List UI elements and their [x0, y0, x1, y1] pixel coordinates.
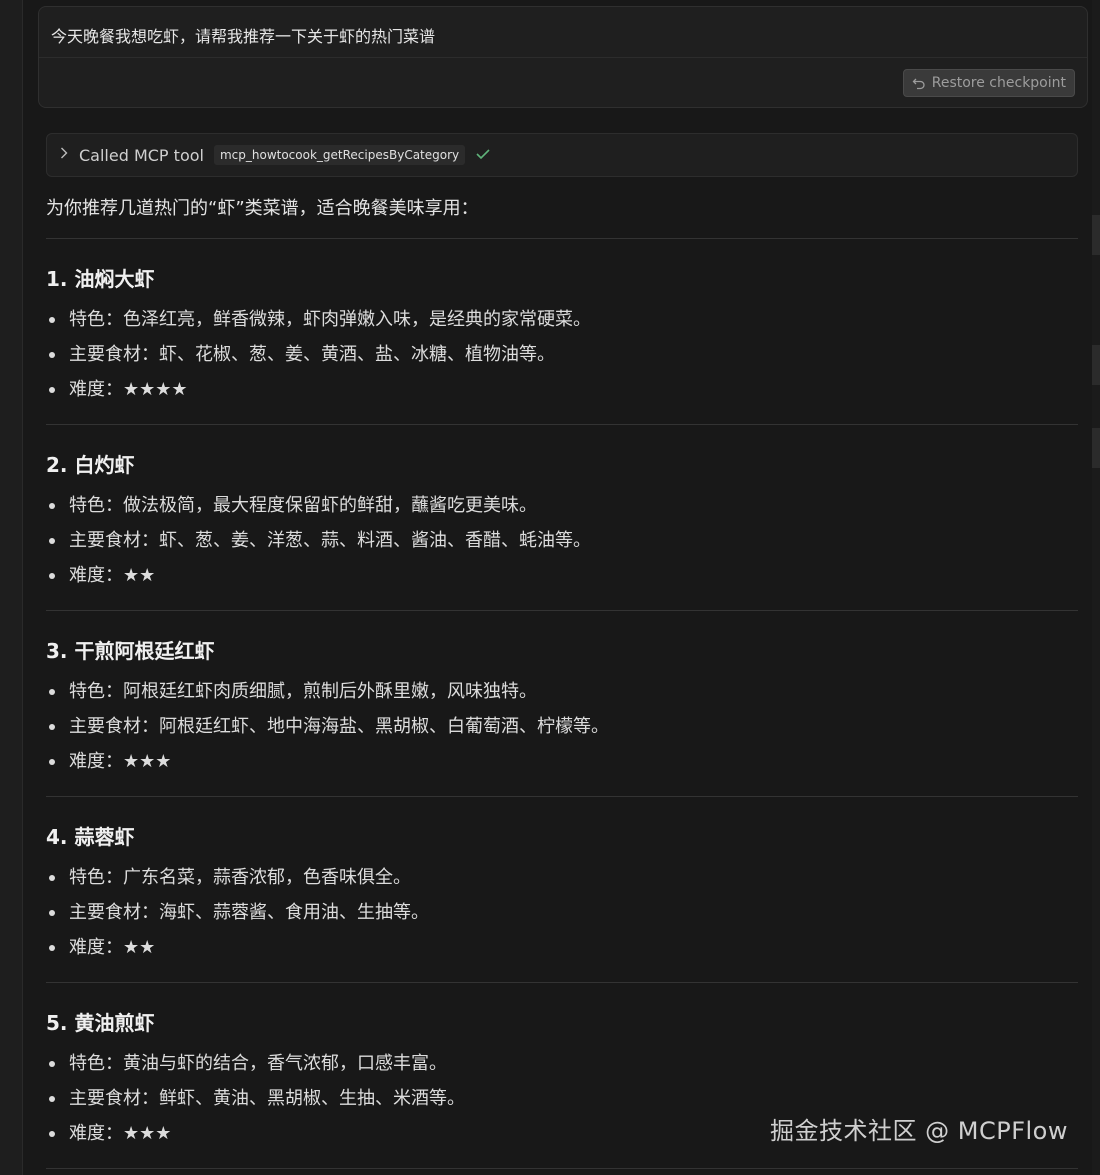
recipe-details: 特色：阿根廷红虾肉质细腻，煎制后外酥里嫩，风味独特。 主要食材：阿根廷红虾、地中… [46, 674, 1078, 779]
divider [46, 796, 1078, 797]
recipe-title: 1. 油焖大虾 [46, 267, 155, 291]
recipe-feature: 特色：做法极简，最大程度保留虾的鲜甜，蘸酱吃更美味。 [46, 488, 1078, 523]
recipe-details: 特色：色泽红亮，鲜香微辣，虾肉弹嫩入味，是经典的家常硬菜。 主要食材：虾、花椒、… [46, 302, 1078, 407]
recipe-ingredients: 主要食材：阿根廷红虾、地中海海盐、黑胡椒、白葡萄酒、柠檬等。 [46, 709, 1078, 744]
chat-panel: 今天晚餐我想吃虾，请帮我推荐一下关于虾的热门菜谱 Restore checkpo… [38, 6, 1088, 1169]
recipe-title: 2. 白灼虾 [46, 453, 135, 477]
recipe-item: 2. 白灼虾 特色：做法极简，最大程度保留虾的鲜甜，蘸酱吃更美味。 主要食材：虾… [46, 450, 1078, 593]
recipe-item: 3. 干煎阿根廷红虾 特色：阿根廷红虾肉质细腻，煎制后外酥里嫩，风味独特。 主要… [46, 636, 1078, 779]
divider [46, 610, 1078, 611]
divider [46, 424, 1078, 425]
recipe-item: 1. 油焖大虾 特色：色泽红亮，鲜香微辣，虾肉弹嫩入味，是经典的家常硬菜。 主要… [46, 264, 1078, 407]
recipe-details: 特色：广东名菜，蒜香浓郁，色香味俱全。 主要食材：海虾、蒜蓉酱、食用油、生抽等。… [46, 860, 1078, 965]
recipe-ingredients: 主要食材：海虾、蒜蓉酱、食用油、生抽等。 [46, 895, 1078, 930]
user-message-text: 今天晚餐我想吃虾，请帮我推荐一下关于虾的热门菜谱 [51, 27, 436, 46]
restore-checkpoint-label: Restore checkpoint [931, 75, 1066, 91]
undo-icon [912, 76, 926, 90]
mcp-tool-name: mcp_howtocook_getRecipesByCategory [213, 145, 466, 165]
restore-checkpoint-button[interactable]: Restore checkpoint [902, 69, 1075, 97]
divider [46, 982, 1078, 983]
left-gutter [0, 0, 23, 1175]
recipe-difficulty: 难度：★★ [46, 930, 1078, 965]
recipe-feature: 特色：色泽红亮，鲜香微辣，虾肉弹嫩入味，是经典的家常硬菜。 [46, 302, 1078, 337]
check-icon [475, 146, 491, 165]
recipe-feature: 特色：广东名菜，蒜香浓郁，色香味俱全。 [46, 860, 1078, 895]
recipe-title: 3. 干煎阿根廷红虾 [46, 639, 215, 663]
scrollbar-marker [1092, 428, 1100, 468]
divider [39, 57, 1087, 58]
recipe-details: 特色：做法极简，最大程度保留虾的鲜甜，蘸酱吃更美味。 主要食材：虾、葱、姜、洋葱… [46, 488, 1078, 593]
chevron-right-icon[interactable] [59, 146, 73, 164]
recipe-difficulty: 难度：★★ [46, 558, 1078, 593]
recipe-difficulty: 难度：★★★★ [46, 372, 1078, 407]
divider [46, 1168, 1078, 1169]
recipe-title: 5. 黄油煎虾 [46, 1011, 155, 1035]
recipe-title: 4. 蒜蓉虾 [46, 825, 135, 849]
mcp-tool-label: Called MCP tool [79, 145, 204, 165]
recipe-difficulty: 难度：★★★ [46, 744, 1078, 779]
recipe-ingredients: 主要食材：虾、花椒、葱、姜、黄酒、盐、冰糖、植物油等。 [46, 337, 1078, 372]
watermark: 掘金技术社区 @ MCPFlow [770, 1117, 1068, 1145]
response-intro: 为你推荐几道热门的“虾”类菜谱，适合晚餐美味享用： [46, 198, 479, 219]
scrollbar[interactable] [1092, 0, 1100, 1175]
divider [46, 238, 1078, 239]
user-message[interactable]: 今天晚餐我想吃虾，请帮我推荐一下关于虾的热门菜谱 Restore checkpo… [38, 6, 1088, 108]
recipe-item: 4. 蒜蓉虾 特色：广东名菜，蒜香浓郁，色香味俱全。 主要食材：海虾、蒜蓉酱、食… [46, 822, 1078, 965]
recipe-feature: 特色：黄油与虾的结合，香气浓郁，口感丰富。 [46, 1046, 1078, 1081]
mcp-tool-call[interactable]: Called MCP tool mcp_howtocook_getRecipes… [46, 133, 1078, 177]
recipe-ingredients: 主要食材：虾、葱、姜、洋葱、蒜、料酒、酱油、香醋、蚝油等。 [46, 523, 1078, 558]
recipe-feature: 特色：阿根廷红虾肉质细腻，煎制后外酥里嫩，风味独特。 [46, 674, 1078, 709]
scrollbar-marker [1092, 215, 1100, 255]
scrollbar-marker [1092, 345, 1100, 385]
